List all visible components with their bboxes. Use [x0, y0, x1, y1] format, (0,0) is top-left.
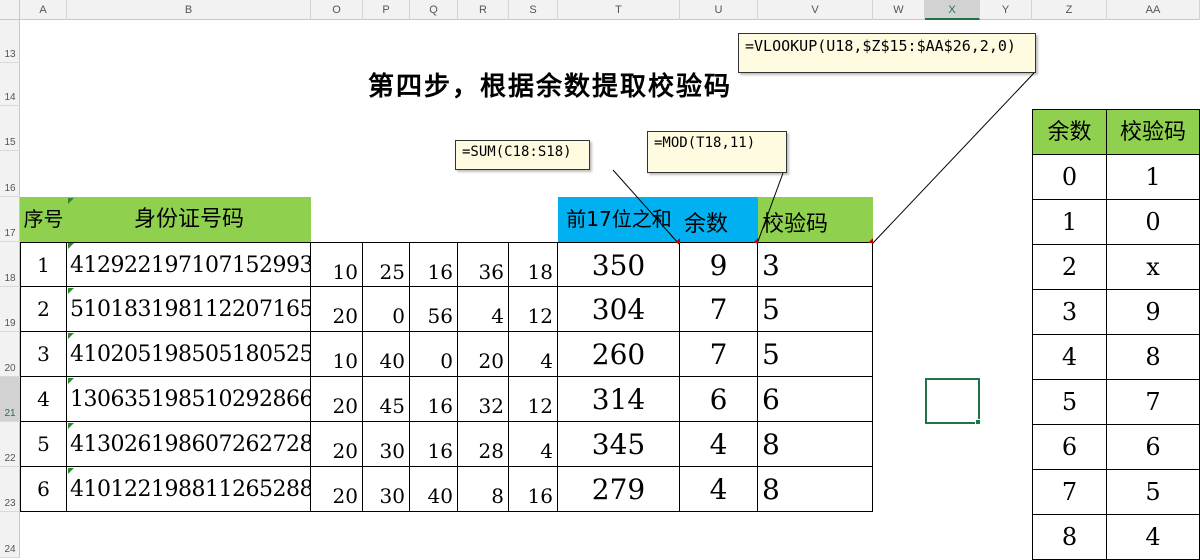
- callout-connectors: [612, 72, 1035, 245]
- vlookup-connector-line: [871, 72, 1035, 245]
- comment-indicator-v17[interactable]: [868, 238, 873, 243]
- mod-connector-line: [756, 172, 784, 245]
- comment-indicator-u17[interactable]: [753, 238, 758, 243]
- fill-handle[interactable]: [975, 419, 981, 425]
- comment-indicator-t17[interactable]: [675, 238, 680, 243]
- sum-connector-line: [612, 169, 680, 245]
- selected-cell-x21[interactable]: [925, 378, 980, 424]
